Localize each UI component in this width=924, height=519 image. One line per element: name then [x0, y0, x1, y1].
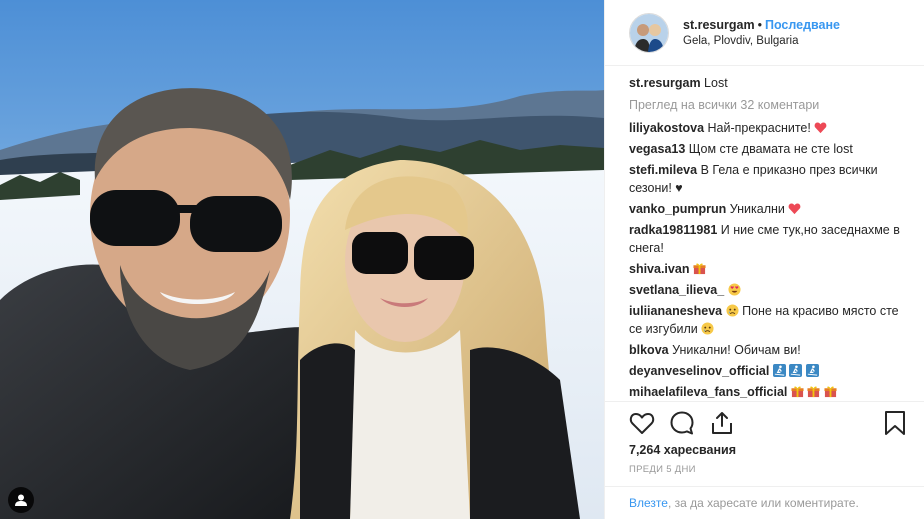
photo-image — [0, 0, 604, 519]
crying-face-icon — [726, 304, 739, 317]
login-prompt: Влезте, за да харесате или коментирате. — [605, 486, 924, 519]
header-separator: • — [757, 17, 762, 32]
post-header: st.resurgam • Последване Gela, Plovdiv, Bu… — [605, 0, 924, 66]
gift-icon — [693, 263, 706, 275]
comment-username[interactable]: blkova — [629, 343, 669, 357]
comment-username[interactable]: vegasa13 — [629, 142, 685, 156]
comment-text: Уникални! Обичам ви! — [672, 343, 801, 357]
comment-item: vegasa13 Щом сте двамата не сте lost — [629, 140, 906, 158]
login-prompt-text: , за да харесате или коментирате. — [667, 496, 859, 510]
avatar[interactable] — [629, 12, 669, 53]
comment-text: Най-прекрасните! — [707, 121, 811, 135]
comment-item: vanko_pumprun Уникални — [629, 200, 906, 218]
heart-eyes-face-icon — [728, 283, 741, 296]
comment-username[interactable]: svetlana_ilieva_ — [629, 283, 724, 297]
comment-item: svetlana_ilieva_ — [629, 281, 906, 299]
gift-icon — [791, 386, 804, 398]
red-heart-icon — [814, 122, 827, 134]
comment-text: Щом сте двамата не сте lost — [688, 142, 853, 156]
comment-username[interactable]: vanko_pumprun — [629, 202, 726, 216]
comment-username[interactable]: deyanveselinov_official — [629, 364, 769, 378]
heart-outline-icon — [629, 413, 655, 434]
comment-username[interactable]: shiva.ivan — [629, 262, 689, 276]
post-caption: st.resurgam Lost — [629, 76, 906, 90]
gift-icon — [824, 386, 837, 398]
post-timestamp: ПРЕДИ 5 ДНИ — [629, 464, 696, 475]
comment-username[interactable]: iuliiananesheva — [629, 304, 722, 318]
login-link[interactable]: Влезте — [629, 496, 668, 510]
bookmark-icon — [885, 411, 905, 435]
comment-item: shiva.ivan — [629, 260, 906, 278]
caption-text: Lost — [704, 76, 728, 90]
comment-item: blkova Уникални! Обичам ви! — [629, 341, 906, 359]
skier-icon — [805, 364, 819, 377]
red-heart-icon — [788, 203, 801, 215]
post-actions — [629, 407, 912, 439]
follow-button[interactable]: Последване — [765, 18, 840, 32]
comment-item: iuliiananesheva Поне на красиво място ст… — [629, 302, 906, 338]
view-all-comments-link[interactable]: Преглед на всички 32 коментари — [629, 98, 906, 112]
likes-count[interactable]: 7,264 харесвания — [629, 443, 736, 457]
crying-face-icon — [701, 322, 714, 335]
person-tag-icon[interactable] — [8, 487, 34, 513]
post-location[interactable]: Gela, Plovdiv, Bulgaria — [683, 33, 840, 49]
comment-item: mihaelafileva_fans_official — [629, 383, 906, 401]
post-photo[interactable] — [0, 0, 604, 519]
share-button[interactable] — [709, 409, 737, 437]
comment-username[interactable]: mihaelafileva_fans_official — [629, 385, 787, 399]
comment-button[interactable] — [669, 409, 697, 437]
comment-item: liliyakostova Най-прекрасните! — [629, 119, 906, 137]
comment-item: stefi.mileva В Гела е приказно през всич… — [629, 161, 906, 197]
comment-username[interactable]: stefi.mileva — [629, 163, 697, 177]
post-side-panel: st.resurgam • Последване Gela, Plovdiv, Bu… — [604, 0, 924, 519]
comment-text: Уникални — [729, 202, 785, 216]
comments-list[interactable]: st.resurgam Lost Преглед на всички 32 ко… — [605, 66, 924, 402]
caption-username[interactable]: st.resurgam — [629, 76, 701, 90]
skier-icon — [789, 364, 803, 377]
comment-username[interactable]: radka19811981 — [629, 223, 717, 237]
gift-icon — [807, 386, 820, 398]
share-upload-icon — [712, 412, 732, 434]
skier-icon — [772, 364, 786, 377]
instagram-post: st.resurgam • Последване Gela, Plovdiv, Bu… — [0, 0, 924, 519]
author-username[interactable]: st.resurgam — [683, 18, 755, 32]
comment-item: deyanveselinov_official — [629, 362, 906, 380]
speech-bubble-icon — [670, 411, 694, 435]
comment-username[interactable]: liliyakostova — [629, 121, 704, 135]
save-button[interactable] — [884, 409, 912, 437]
comment-item: radka19811981 И ние сме тук,но заседнахм… — [629, 221, 906, 257]
like-button[interactable] — [629, 409, 657, 437]
header-text: st.resurgam • Последване Gela, Plovdiv, Bu… — [683, 17, 840, 49]
